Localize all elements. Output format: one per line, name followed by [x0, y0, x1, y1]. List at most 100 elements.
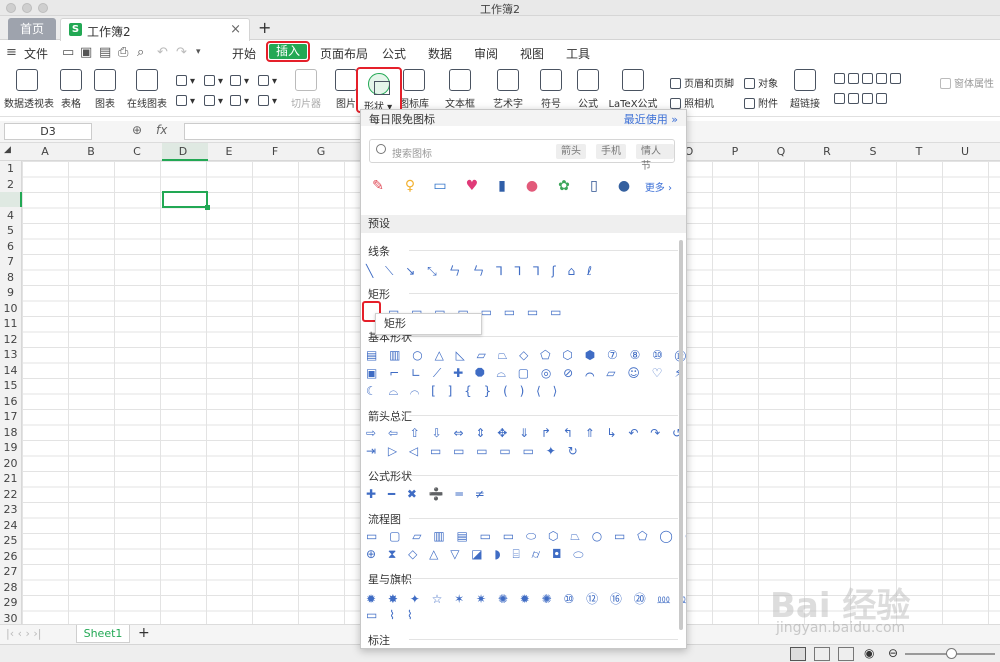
- stars-banners-row2[interactable]: ▭ ⌇ ⌇: [366, 608, 417, 624]
- column-header[interactable]: E: [206, 145, 252, 158]
- row-header[interactable]: 10: [0, 300, 22, 316]
- pivot-table-button[interactable]: 数据透视表: [4, 69, 54, 110]
- column-header[interactable]: D: [160, 145, 206, 158]
- lines-shapes-row[interactable]: ╲ ⟍ ↘ ⤡ ㄣ ㄣ ⅂ ⅂ ⅂ ʃ ⌂ ℓ: [366, 262, 596, 278]
- slicer-button[interactable]: 切片器: [288, 69, 324, 110]
- document-icon[interactable]: ▯: [585, 177, 603, 195]
- page-layout-view-icon[interactable]: [814, 647, 830, 661]
- panel-scrollbar[interactable]: [679, 240, 683, 630]
- zoom-slider-handle[interactable]: [946, 648, 957, 659]
- magnifier-icon[interactable]: ●: [615, 177, 633, 195]
- row-header[interactable]: 12: [0, 331, 22, 347]
- open-folder-icon[interactable]: ▭: [62, 45, 74, 60]
- book-icon[interactable]: ▮: [493, 177, 511, 195]
- row-header[interactable]: 11: [0, 316, 22, 332]
- block-arrows-row1[interactable]: ⇨ ⇦ ⇧ ⇩ ⇔ ⇕ ✥ ⇓ ↱ ↰ ⇑ ↳ ↶ ↷ ↺ ⇨: [366, 426, 686, 442]
- heart-pulse-icon[interactable]: ♥: [463, 177, 481, 195]
- column-header[interactable]: Q: [758, 145, 804, 158]
- menu-start[interactable]: 开始: [232, 45, 256, 62]
- eye-protect-icon[interactable]: ◉: [864, 646, 874, 660]
- row-header[interactable]: 7: [0, 254, 22, 270]
- area-chart-icon[interactable]: ▾: [204, 95, 223, 107]
- hamburger-menu-icon[interactable]: ≡: [6, 45, 17, 60]
- shape-button[interactable]: 形状 ▾: [356, 67, 402, 113]
- symbol-button[interactable]: 符号: [536, 69, 566, 110]
- row-header[interactable]: 26: [0, 548, 22, 564]
- radar-chart-icon[interactable]: ▾: [258, 75, 277, 87]
- header-footer-button[interactable]: 页眉和页脚: [670, 75, 734, 90]
- row-header[interactable]: 27: [0, 564, 22, 580]
- menu-insert[interactable]: 插入: [266, 41, 310, 62]
- chip-phone[interactable]: 手机: [596, 144, 626, 159]
- line-chart-icon[interactable]: ▾: [230, 75, 249, 87]
- textbox-button[interactable]: 文本框: [440, 69, 480, 110]
- column-header[interactable]: C: [114, 145, 160, 158]
- scatter-chart-icon[interactable]: ▾: [258, 95, 277, 107]
- save-icon[interactable]: ▣: [80, 45, 92, 60]
- flower-icon[interactable]: ✿: [555, 177, 573, 195]
- picture-button[interactable]: 图片: [334, 69, 358, 110]
- fx-icon[interactable]: fx: [156, 123, 167, 137]
- menu-formula[interactable]: 公式: [382, 45, 406, 62]
- menu-data[interactable]: 数据: [428, 45, 452, 62]
- monitor-icon[interactable]: ▭: [431, 177, 449, 195]
- object-button[interactable]: 对象: [744, 75, 778, 90]
- more-icons-link[interactable]: 更多 ›: [645, 179, 672, 194]
- row-header[interactable]: 9: [0, 285, 22, 301]
- icon-library-button[interactable]: 图标库: [398, 69, 430, 110]
- column-header[interactable]: U: [942, 145, 988, 158]
- undo-icon[interactable]: ↶: [157, 45, 168, 60]
- column-header[interactable]: G: [298, 145, 344, 158]
- form-controls-row2[interactable]: [834, 93, 890, 105]
- column-header[interactable]: T: [896, 145, 942, 158]
- row-header[interactable]: 21: [0, 471, 22, 487]
- lightbulb-icon[interactable]: ♀: [401, 177, 419, 195]
- row-header[interactable]: 28: [0, 579, 22, 595]
- formula-input[interactable]: [184, 123, 364, 140]
- stars-banners-row1[interactable]: ✹ ✸ ✦ ☆ ✶ ✷ ✺ ✹ ✺ ⑩ ⑫ ⑯ ⑳ ⅏ ⅏ ⅏ ⅏ ⅏: [366, 590, 686, 606]
- active-cell-d3[interactable]: [162, 191, 210, 210]
- menu-page-layout[interactable]: 页面布局: [320, 45, 368, 62]
- recently-used-link[interactable]: 最近使用 »: [624, 111, 678, 127]
- rocket-icon[interactable]: ✎: [369, 177, 387, 195]
- column-header[interactable]: A: [22, 145, 68, 158]
- pie-chart-icon[interactable]: ▾: [230, 95, 249, 107]
- row-header[interactable]: 2: [0, 176, 22, 192]
- print-preview-icon[interactable]: ⌕: [137, 45, 144, 60]
- menu-file[interactable]: 文件: [24, 45, 48, 62]
- page-break-view-icon[interactable]: [838, 647, 854, 661]
- chart-button[interactable]: 图表: [92, 69, 118, 110]
- column-header[interactable]: B: [68, 145, 114, 158]
- basic-shapes-row1[interactable]: ▤ ▥ ○ △ ◺ ▱ ⏢ ◇ ⬠ ⬡ ⬢ ⑦ ⑧ ⑩ ⑫ ◔ ◕: [366, 348, 686, 364]
- icon-search-box[interactable]: 搜索图标 箭头 手机 情人节: [369, 139, 675, 172]
- row-header[interactable]: 17: [0, 409, 22, 425]
- row-header[interactable]: 4: [0, 207, 22, 223]
- row-header[interactable]: 24: [0, 517, 22, 533]
- menu-view[interactable]: 视图: [520, 45, 544, 62]
- basic-shapes-row2[interactable]: ▣ ⌐ ∟ ⟋ ✚ ⯃ ⌓ ▢ ◎ ⊘ ⌒ ▱ ☺ ♡ ⚡ ☼: [366, 366, 686, 382]
- flowchart-row2[interactable]: ⊕ ⧗ ◇ △ ▽ ◪ ◗ ⌸ ⌭ ◘ ⬭: [366, 547, 588, 563]
- row-header[interactable]: 14: [0, 362, 22, 378]
- column-chart-icon[interactable]: ▾: [176, 75, 195, 87]
- table-button[interactable]: 表格: [56, 69, 86, 110]
- redo-icon[interactable]: ↷: [176, 45, 187, 60]
- row-header[interactable]: 23: [0, 502, 22, 518]
- name-box[interactable]: D3: [4, 123, 92, 140]
- sheet-nav-arrows-icon[interactable]: |‹ ‹ › ›|: [6, 627, 42, 640]
- lock-icon[interactable]: ●: [523, 177, 541, 195]
- wordart-button[interactable]: 艺术字: [488, 69, 528, 110]
- block-arrows-row2[interactable]: ⇥ ▷ ◁ ▭ ▭ ▭ ▭ ▭ ✦ ↻: [366, 444, 582, 460]
- row-header[interactable]: 20: [0, 455, 22, 471]
- camera-button[interactable]: 照相机: [670, 95, 714, 110]
- row-header[interactable]: 29: [0, 595, 22, 611]
- hyperlink-button[interactable]: 超链接: [790, 69, 820, 110]
- attachment-button[interactable]: 附件: [744, 95, 778, 110]
- select-all-icon[interactable]: ◢: [4, 145, 11, 155]
- basic-shapes-row3[interactable]: ☾ ⌓ ⌒ [ ] { } ( ) ⟨ ⟩: [366, 384, 561, 400]
- chip-valentine[interactable]: 情人节: [636, 144, 674, 172]
- tab-home[interactable]: 首页: [8, 18, 56, 40]
- row-header[interactable]: 25: [0, 533, 22, 549]
- menu-tools[interactable]: 工具: [566, 45, 590, 62]
- close-tab-icon[interactable]: ×: [230, 22, 241, 37]
- form-properties-button[interactable]: 窗体属性: [940, 75, 994, 90]
